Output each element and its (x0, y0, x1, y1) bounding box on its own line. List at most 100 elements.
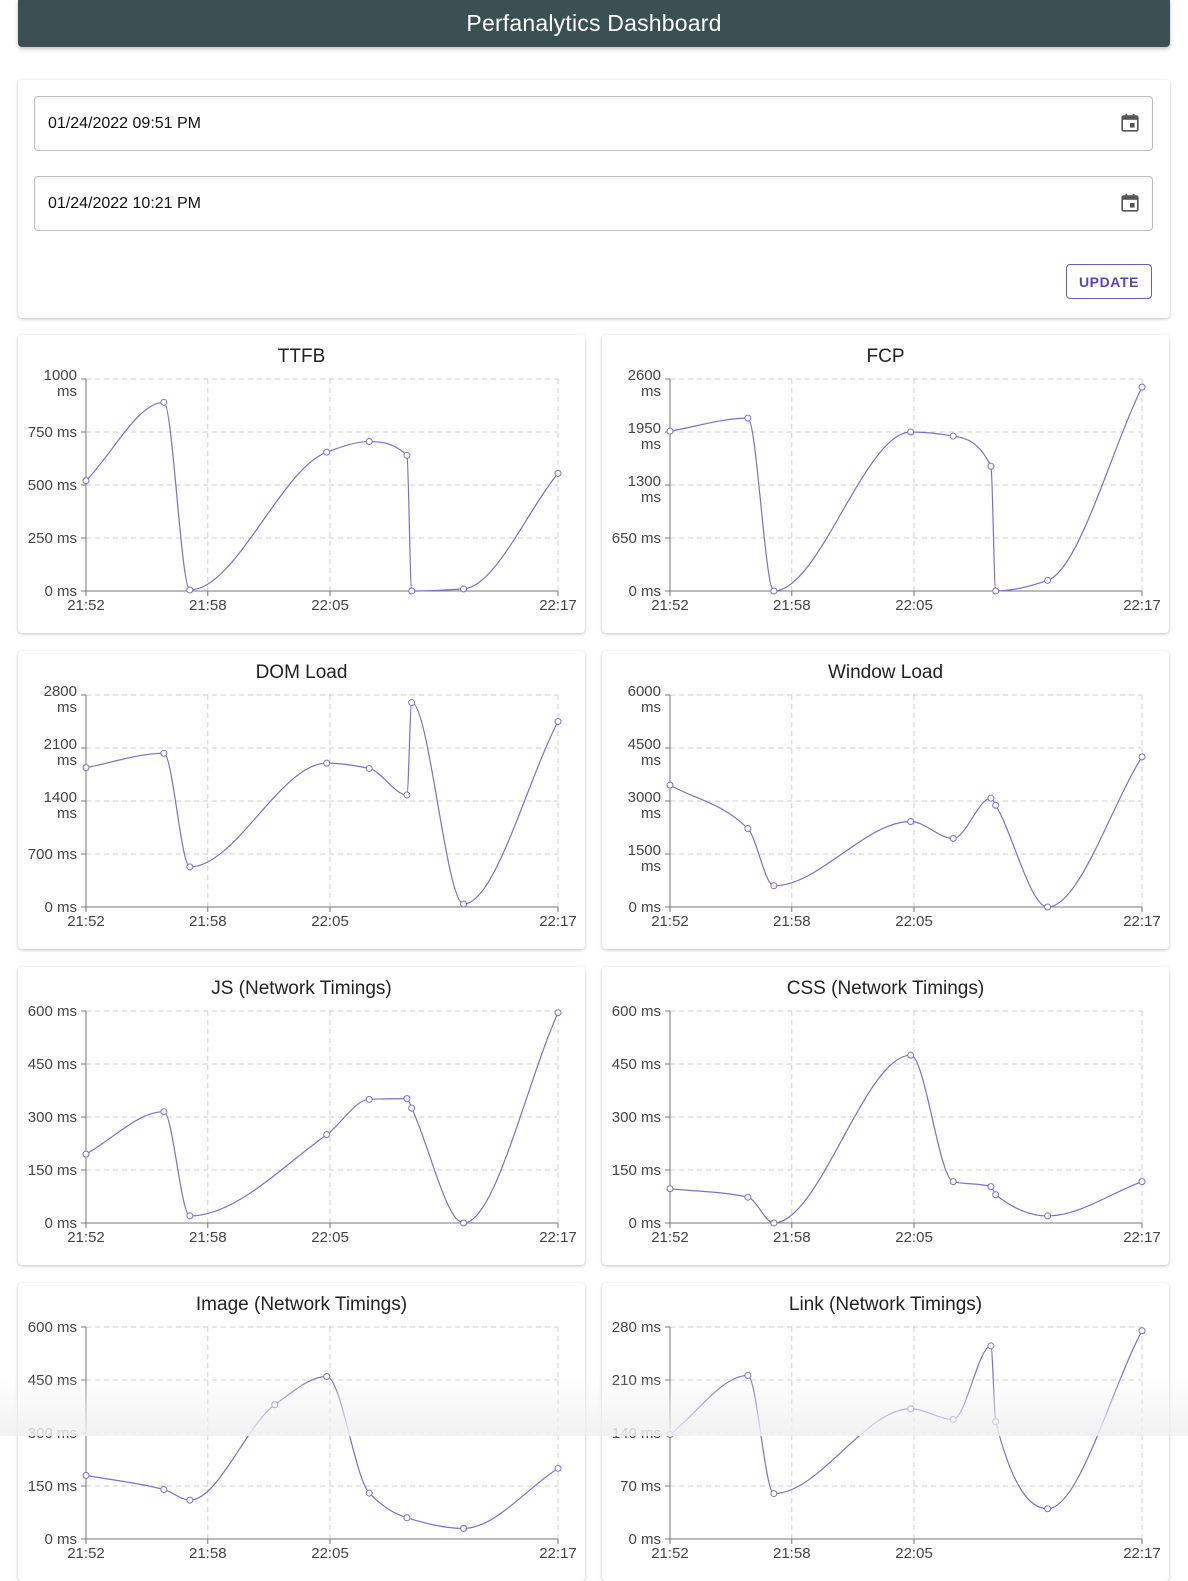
data-point[interactable] (987, 1183, 995, 1191)
data-point[interactable] (82, 477, 90, 485)
end-date-value: 01/24/2022 10:21 PM (48, 194, 202, 212)
data-point[interactable] (992, 1418, 1000, 1426)
data-point[interactable] (1044, 576, 1052, 584)
data-point[interactable] (907, 817, 915, 825)
data-point[interactable] (949, 432, 957, 440)
y-tick-label: 450 ms (28, 1372, 77, 1389)
app-title: Perfanalytics Dashboard (466, 10, 722, 36)
data-point[interactable] (460, 585, 468, 593)
data-point[interactable] (992, 1191, 1000, 1199)
data-point[interactable] (770, 882, 778, 890)
data-point[interactable] (987, 794, 995, 802)
data-point[interactable] (460, 1524, 468, 1532)
data-point[interactable] (770, 1490, 778, 1498)
y-tick-label: 140 ms (612, 1425, 661, 1442)
start-date-field[interactable]: 01/24/2022 09:51 PM (34, 96, 1153, 151)
data-point[interactable] (907, 1051, 915, 1059)
calendar-icon[interactable] (1119, 192, 1141, 214)
data-point[interactable] (460, 900, 468, 908)
app-bar: Perfanalytics Dashboard (18, 0, 1170, 47)
data-point[interactable] (1138, 383, 1146, 391)
data-point[interactable] (949, 1415, 957, 1423)
data-point[interactable] (554, 469, 562, 477)
x-tick-label: 22:05 (311, 913, 349, 930)
data-point[interactable] (323, 1372, 331, 1380)
data-point[interactable] (365, 1489, 373, 1497)
data-point[interactable] (666, 427, 674, 435)
data-point[interactable] (744, 1193, 752, 1201)
data-point[interactable] (666, 1185, 674, 1193)
data-point[interactable] (460, 1219, 468, 1227)
y-tick-label: 2100 ms (44, 736, 77, 769)
data-point[interactable] (408, 699, 416, 707)
x-tick-label: 21:58 (189, 597, 227, 614)
data-point[interactable] (186, 586, 194, 594)
chart-svg-css-network: 0 ms150 ms300 ms450 ms600 ms21:52 21:58 22… (612, 1003, 1161, 1246)
chart-card-image-network: Image (Network Timings) 0 ms 150 ms 300 ms 4… (18, 1283, 585, 1581)
data-point[interactable] (160, 1108, 168, 1116)
data-point[interactable] (160, 1486, 168, 1494)
data-point[interactable] (82, 1471, 90, 1479)
data-point[interactable] (323, 448, 331, 456)
data-point[interactable] (1044, 1212, 1052, 1220)
data-point[interactable] (744, 825, 752, 833)
data-point[interactable] (987, 1342, 995, 1350)
y-tick-label: 3000 ms (628, 789, 661, 822)
data-point[interactable] (160, 398, 168, 406)
y-tick-label: 210 ms (612, 1372, 661, 1389)
x-tick-label: 21:52 (651, 597, 689, 614)
update-button[interactable]: UPDATE (1066, 264, 1152, 299)
data-point[interactable] (949, 1178, 957, 1186)
data-point[interactable] (744, 414, 752, 422)
data-point[interactable] (554, 1464, 562, 1472)
chart-card-ttfb: TTFB 0 ms 250 ms 500 ms 750 ms 1000 ms 21:52 21:… (18, 335, 585, 633)
data-point[interactable] (271, 1401, 279, 1409)
data-point[interactable] (770, 1219, 778, 1227)
data-point[interactable] (907, 428, 915, 436)
y-tick-label: 1300 ms (628, 473, 661, 506)
data-point[interactable] (186, 1212, 194, 1220)
data-point[interactable] (949, 834, 957, 842)
data-point[interactable] (666, 1431, 674, 1439)
data-point[interactable] (770, 587, 778, 595)
data-point[interactable] (1138, 1327, 1146, 1335)
y-tick-label: 300 ms (28, 1109, 77, 1126)
data-point[interactable] (323, 759, 331, 767)
data-point[interactable] (992, 587, 1000, 595)
data-point[interactable] (554, 718, 562, 725)
data-point[interactable] (403, 451, 411, 459)
y-tick-label: 150 ms (28, 1162, 77, 1179)
data-point[interactable] (666, 781, 674, 789)
data-point[interactable] (1044, 1505, 1052, 1513)
data-point[interactable] (744, 1371, 752, 1379)
data-point[interactable] (1138, 1178, 1146, 1186)
data-point[interactable] (365, 1095, 373, 1103)
calendar-icon[interactable] (1119, 112, 1141, 134)
data-point[interactable] (186, 1496, 194, 1504)
end-date-field[interactable]: 01/24/2022 10:21 PM (34, 176, 1153, 231)
data-point[interactable] (186, 863, 194, 871)
y-tick-label: 300 ms (612, 1109, 661, 1126)
chart-svg-image-network: 0 ms150 ms300 ms450 ms600 ms21:52 21:58 22… (28, 1319, 577, 1562)
data-point[interactable] (323, 1131, 331, 1139)
data-point[interactable] (82, 764, 90, 772)
data-point[interactable] (408, 1104, 416, 1112)
x-tick-label: 22:17 (1123, 1229, 1161, 1246)
data-point[interactable] (1138, 753, 1146, 761)
data-point[interactable] (408, 587, 416, 595)
x-tick-label: 22:05 (895, 1229, 933, 1246)
data-point[interactable] (403, 1095, 411, 1103)
x-tick-label: 21:52 (67, 597, 105, 614)
data-point[interactable] (907, 1405, 915, 1413)
data-point[interactable] (992, 801, 1000, 809)
data-point[interactable] (160, 749, 168, 757)
data-point[interactable] (987, 462, 995, 470)
data-point[interactable] (365, 764, 373, 772)
data-point[interactable] (403, 1514, 411, 1522)
data-point[interactable] (365, 438, 373, 446)
data-point[interactable] (403, 791, 411, 799)
data-point[interactable] (82, 1150, 90, 1158)
chart-card-js-network: JS (Network Timings) 0 ms 150 ms 300 ms 450 … (18, 967, 585, 1265)
data-point[interactable] (554, 1009, 562, 1017)
data-point[interactable] (1044, 903, 1052, 911)
